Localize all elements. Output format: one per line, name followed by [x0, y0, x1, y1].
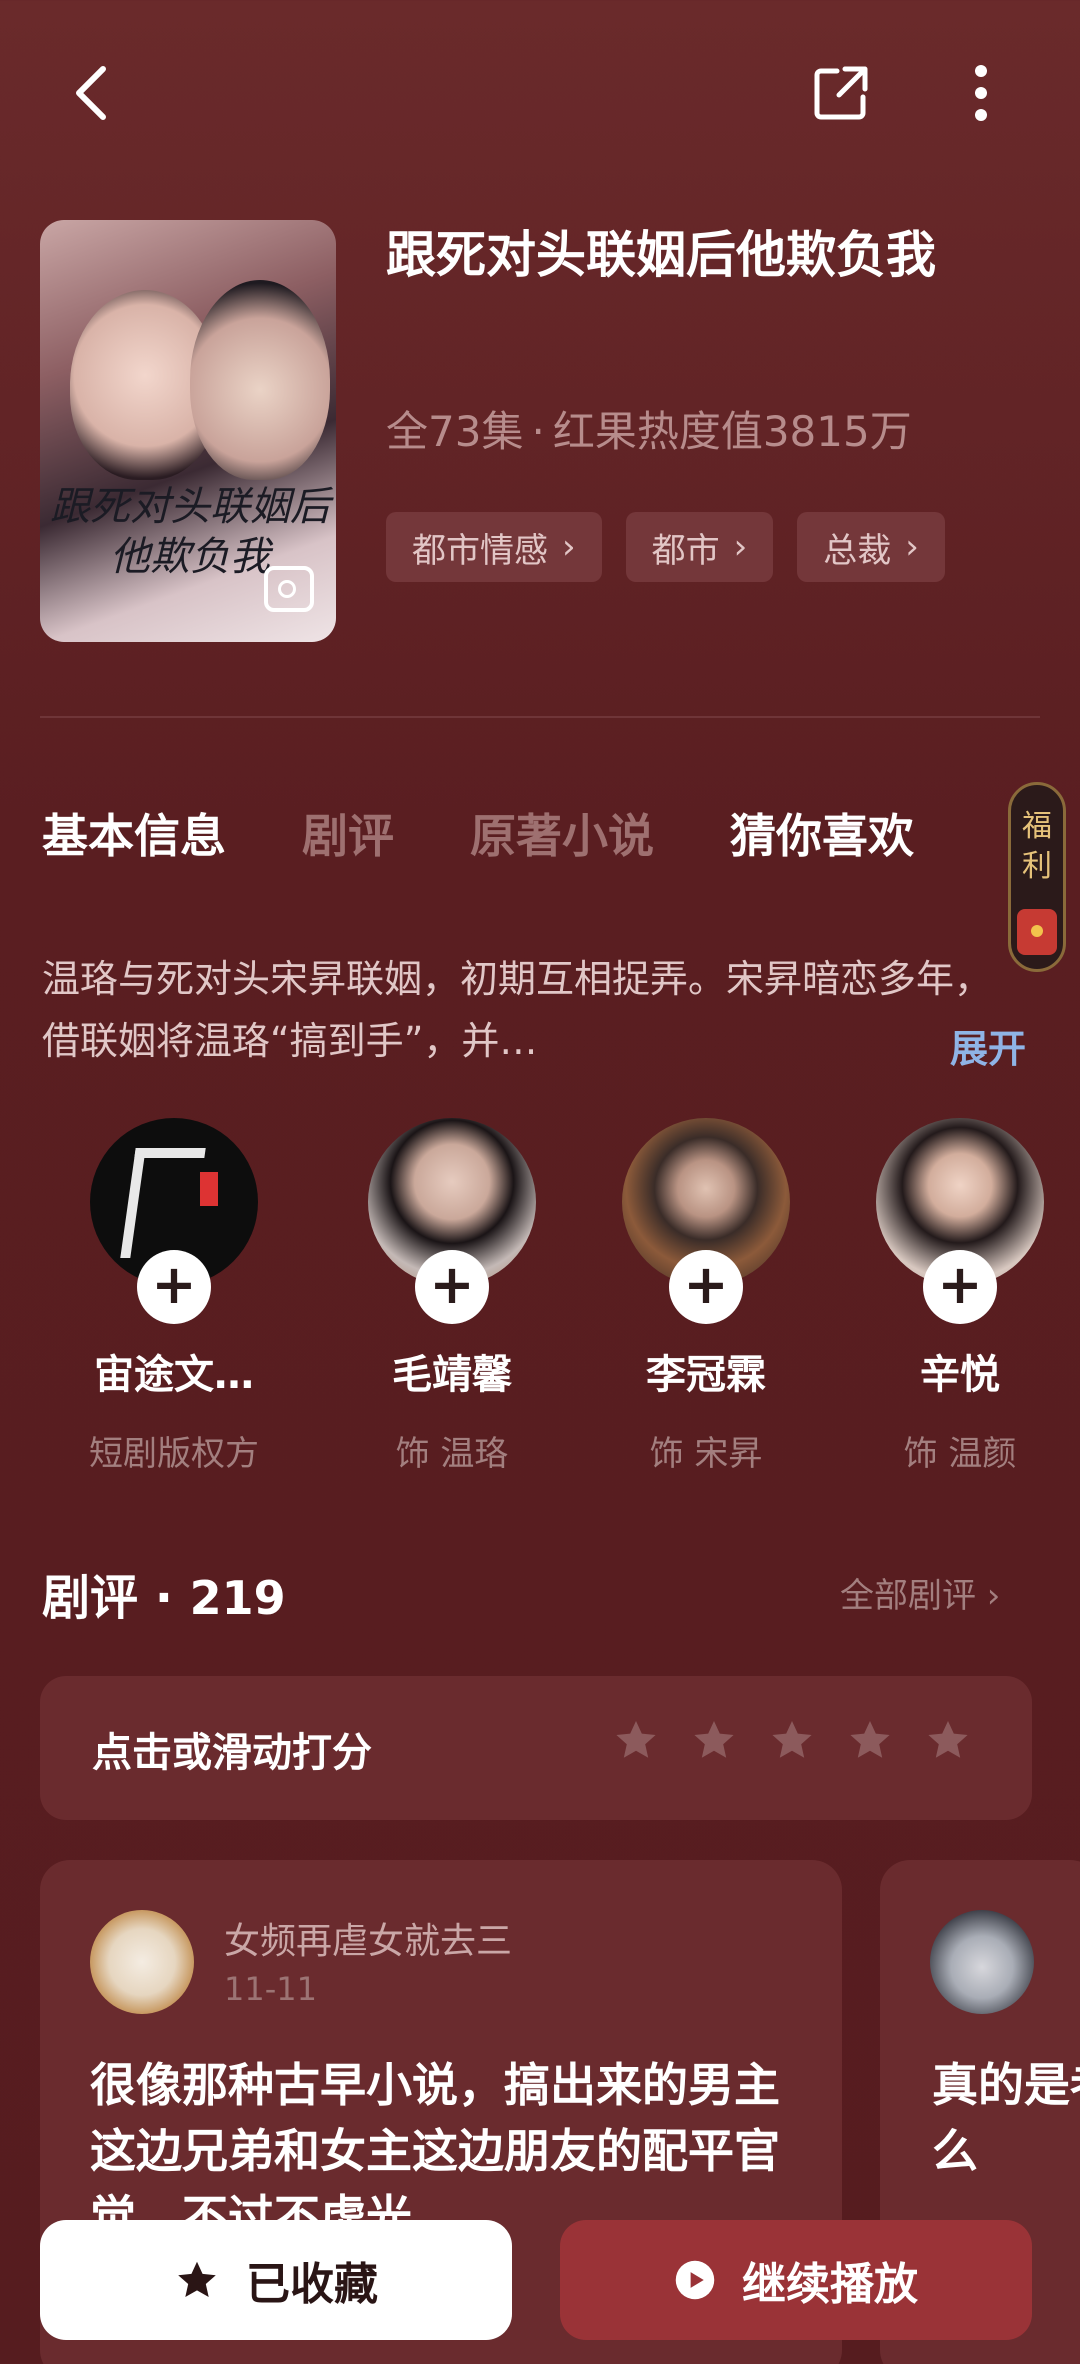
drama-title: 跟死对头联姻后他欺负我 [386, 226, 936, 284]
heat-value: 红果热度值3815万 [552, 407, 912, 456]
vertical-dots-icon [975, 65, 987, 121]
chevron-right-icon: › [562, 527, 576, 567]
top-bar [0, 0, 1080, 190]
drama-meta: 全73集 · 红果热度值3815万 [386, 407, 912, 456]
cast-item[interactable]: + 宙途文… 短剧版权方 [74, 1118, 274, 1475]
tag-urban-romance[interactable]: 都市情感 › [386, 512, 602, 582]
follow-plus-icon[interactable]: + [415, 1250, 489, 1324]
favorite-label: 已收藏 [246, 2259, 378, 2310]
divider [40, 716, 1040, 718]
chevron-right-icon: › [976, 1576, 1001, 1616]
rating-box[interactable]: 点击或滑动打分 [40, 1676, 1032, 1820]
star-icon[interactable] [690, 1716, 738, 1764]
avatar[interactable] [930, 1910, 1034, 2014]
star-icon[interactable] [612, 1716, 660, 1764]
star-icon[interactable] [846, 1716, 894, 1764]
tab-basic-info[interactable]: 基本信息 [42, 800, 226, 866]
share-external-icon [814, 66, 868, 120]
tag-list: 都市情感 › 都市 › 总裁 › [386, 512, 945, 582]
tab-bar: 基本信息 剧评 原著小说 猜你喜欢 [42, 800, 914, 866]
back-button[interactable] [46, 48, 136, 138]
cast-name: 李冠霖 [646, 1352, 766, 1398]
cast-name: 宙途文… [94, 1352, 254, 1398]
review-date: 11-11 [224, 1970, 317, 2008]
synopsis-text: 温珞与死对头宋昇联姻，初期互相捉弄。宋昇暗恋多年，借联姻将温珞“搞到手”，并… [42, 957, 993, 1063]
cast-role: 饰 宋昇 [649, 1434, 763, 1474]
chevron-right-icon: › [733, 527, 748, 567]
welfare-badge[interactable]: 福利 [1008, 782, 1066, 972]
drama-poster[interactable]: 跟死对头联姻后他欺负我 [40, 220, 336, 642]
favorite-button[interactable]: 已收藏 [40, 2220, 512, 2340]
cast-role: 短剧版权方 [89, 1434, 259, 1474]
follow-plus-icon[interactable]: + [137, 1250, 211, 1324]
tab-reviews[interactable]: 剧评 [302, 800, 394, 866]
continue-play-button[interactable]: 继续播放 [560, 2220, 1032, 2340]
gallery-icon[interactable] [264, 566, 314, 612]
cast-item[interactable]: + 辛悦 饰 温颜 [860, 1118, 1060, 1475]
reviews-title: 剧评 [42, 1570, 139, 1626]
expand-link[interactable]: 展开 [950, 1018, 1026, 1073]
tab-original-novel[interactable]: 原著小说 [470, 800, 654, 866]
all-reviews-link[interactable]: 全部剧评 › [840, 1568, 1000, 1617]
cast-role: 饰 温颜 [903, 1434, 1017, 1474]
tab-recommendations[interactable]: 猜你喜欢 [730, 800, 914, 866]
play-label: 继续播放 [742, 2259, 918, 2310]
chevron-right-icon: › [905, 527, 919, 567]
review-username[interactable]: 女频再虐女就去三 [224, 1912, 512, 1964]
share-button[interactable] [796, 48, 886, 138]
reviews-count: 219 [189, 1571, 286, 1625]
cast-item[interactable]: + 李冠霖 饰 宋昇 [606, 1118, 806, 1475]
star-icon[interactable] [768, 1716, 816, 1764]
avatar[interactable] [90, 1910, 194, 2014]
cast-list: + 宙途文… 短剧版权方 + 毛靖馨 饰 温珞 + 李冠霖 饰 宋昇 + 辛悦 … [0, 1118, 1080, 1478]
more-button[interactable] [936, 48, 1026, 138]
play-icon [675, 2260, 715, 2300]
poster-actor-figure [190, 280, 330, 480]
cast-name: 毛靖馨 [392, 1352, 512, 1398]
cast-item[interactable]: + 毛靖馨 饰 温珞 [352, 1118, 552, 1475]
review-text: 真的是者没有有什么 [932, 2058, 1080, 2178]
welfare-label: 福利 [1022, 809, 1052, 884]
tag-ceo[interactable]: 总裁 › [797, 512, 945, 582]
follow-plus-icon[interactable]: + [669, 1250, 743, 1324]
follow-plus-icon[interactable]: + [923, 1250, 997, 1324]
rating-prompt: 点击或滑动打分 [92, 1730, 372, 1776]
tag-urban[interactable]: 都市 › [625, 512, 774, 582]
red-envelope-icon [1017, 909, 1057, 955]
episode-count: 全73集 [386, 407, 524, 456]
chevron-left-icon [76, 66, 106, 120]
cast-role: 饰 温珞 [395, 1434, 509, 1474]
reviews-heading: 剧评 · 219 [42, 1570, 286, 1626]
rating-stars[interactable] [612, 1716, 972, 1764]
cast-name: 辛悦 [920, 1352, 1000, 1398]
star-filled-icon [178, 2261, 216, 2298]
star-icon[interactable] [924, 1716, 972, 1764]
